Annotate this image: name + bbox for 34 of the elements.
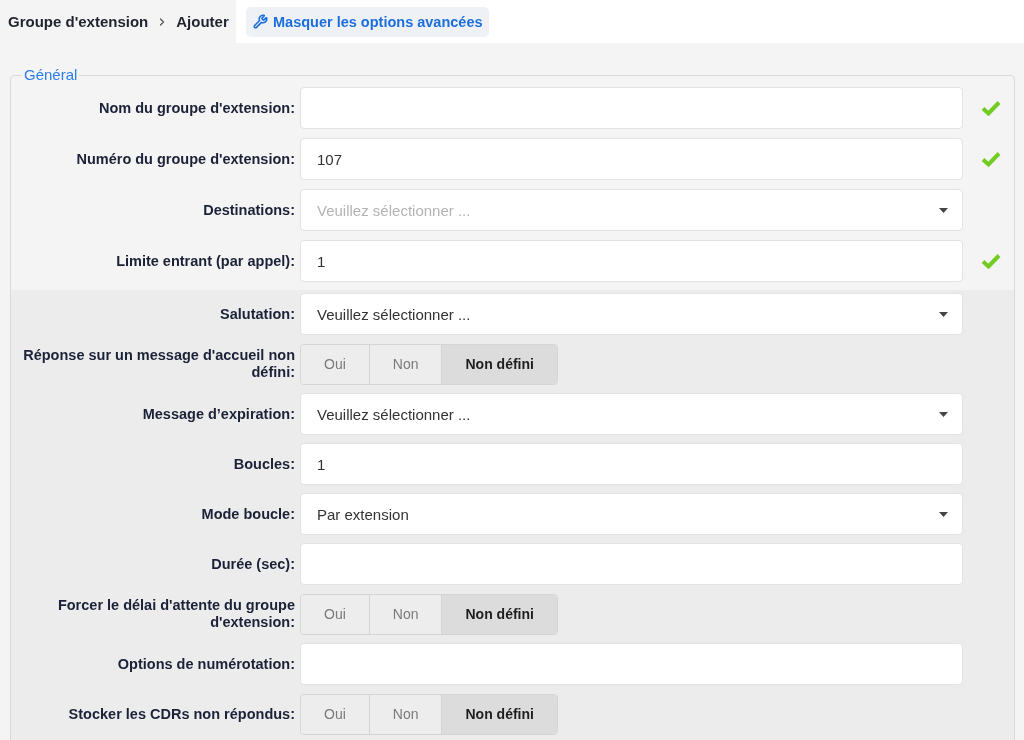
fieldset-legend: Général: [22, 66, 80, 84]
field-label: Durée (sec):: [210, 555, 295, 573]
caret-icon: [939, 207, 948, 213]
wrench-icon: [253, 14, 268, 29]
text-input[interactable]: [300, 87, 963, 129]
select-field[interactable]: Par extension: [300, 493, 963, 535]
breadcrumb-link[interactable]: Groupe d'extension: [8, 13, 149, 30]
option-button[interactable]: Non défini: [441, 344, 557, 384]
text-input[interactable]: 1: [300, 443, 963, 485]
text-input[interactable]: [300, 543, 963, 585]
select-field[interactable]: Veuillez sélectionner ...: [300, 293, 963, 335]
field-label: Message d’expiration:: [141, 405, 295, 423]
option-button[interactable]: Non défini: [441, 594, 557, 634]
text-input[interactable]: [300, 643, 963, 685]
caret-icon: [939, 311, 948, 317]
field-label: Forcer le délai d'attente du groupe d'extension:: [56, 597, 295, 631]
caret-icon: [939, 411, 948, 417]
field-label: Mode boucle:: [200, 505, 295, 523]
field-label: Options de numérotation:: [116, 655, 295, 673]
breadcrumb-current: Ajouter: [176, 13, 229, 30]
field-label: Réponse sur un message d'accueil non défini:: [22, 347, 295, 381]
field-label: Destinations:: [202, 201, 295, 219]
field-label: Salutation:: [219, 305, 295, 323]
select-field[interactable]: Veuillez sélectionner ...: [300, 393, 963, 435]
field-label: Stocker les CDRs non répondus:: [67, 705, 295, 723]
option-button[interactable]: Non défini: [441, 694, 557, 734]
caret-icon: [939, 511, 948, 517]
field-label: Boucles:: [232, 455, 295, 473]
hide-advanced-options-button[interactable]: Masquer les options avancées: [246, 6, 489, 37]
field-label: Limite entrant (par appel):: [115, 252, 295, 270]
field-label: Nom du groupe d'extension:: [98, 99, 295, 117]
field-label: Numéro du groupe d'extension:: [75, 150, 295, 168]
text-input[interactable]: 1: [300, 240, 963, 282]
text-input[interactable]: 107: [300, 138, 963, 180]
